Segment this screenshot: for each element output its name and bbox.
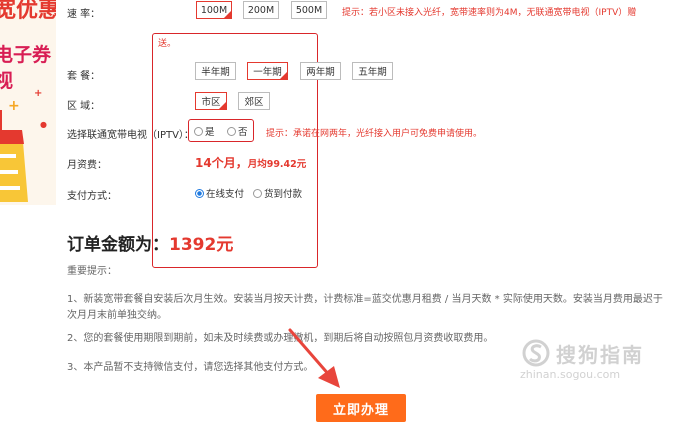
radio-checked-icon — [195, 188, 204, 198]
arrow-annotation-icon — [288, 328, 340, 388]
region-option-label: 郊区 — [244, 97, 264, 108]
payment-option-label: 货到付款 — [264, 189, 303, 200]
speed-label: 速 率： — [67, 9, 101, 20]
monthly-average: 月均99.42元 — [247, 159, 307, 170]
speed-option-label: 200M — [247, 4, 275, 16]
promo-banner[interactable]: 宽优惠 电子券 视 + + ● — [0, 0, 56, 205]
speed-option-200m[interactable]: 200M — [243, 1, 279, 19]
region-option-urban[interactable]: 市区 — [195, 92, 227, 110]
iptv-option-label: 否 — [238, 127, 248, 138]
speed-option-500m[interactable]: 500M — [291, 1, 327, 19]
region-label: 区 域： — [67, 101, 101, 112]
package-option-label: 五年期 — [358, 67, 387, 78]
sparkle-icon: ● — [40, 120, 47, 129]
order-amount: 订单金额为：1392元 — [67, 230, 233, 255]
promo-text-line3: 视 — [0, 70, 14, 92]
selected-corner-icon — [219, 102, 226, 109]
submit-button[interactable]: 立即办理 — [316, 394, 406, 422]
payment-option-online[interactable]: 在线支付 — [195, 186, 244, 200]
notes-title: 重要提示： — [67, 266, 117, 277]
speed-option-100m[interactable]: 100M — [196, 1, 232, 19]
selected-corner-icon — [280, 72, 287, 79]
iptv-label: 选择联通宽带电视（IPTV）： — [67, 130, 194, 141]
package-option-five-year[interactable]: 五年期 — [352, 62, 393, 80]
promo-text-line2: 电子券 — [0, 44, 52, 66]
package-option-two-year[interactable]: 两年期 — [300, 62, 341, 80]
monthly-duration: 14个月， — [195, 156, 248, 170]
package-label: 套 餐： — [67, 71, 101, 82]
region-option-label: 市区 — [201, 97, 221, 108]
speed-option-label: 500M — [295, 4, 323, 16]
speed-hint: 提示：若小区未接入光纤，宽带速率则为4M，无联通宽带电视（IPTV）赠 — [342, 8, 637, 18]
payment-label: 支付方式： — [67, 191, 117, 202]
radio-icon — [253, 188, 262, 198]
package-option-label: 一年期 — [253, 67, 282, 78]
package-option-label: 两年期 — [306, 67, 335, 78]
iptv-option-label: 是 — [205, 127, 215, 138]
watermark: 搜狗指南 zhinan.sogou.com — [520, 336, 684, 384]
selected-corner-icon — [224, 11, 231, 18]
watermark-brand: 搜狗指南 — [556, 343, 644, 367]
iptv-option-yes[interactable]: 是 — [194, 124, 215, 138]
order-amount-value: 1392元 — [169, 235, 234, 255]
monthly-fee: 14个月，月均99.42元 — [195, 152, 306, 171]
order-amount-label: 订单金额为： — [67, 235, 169, 255]
package-option-half-year[interactable]: 半年期 — [195, 62, 236, 80]
radio-icon — [227, 126, 236, 136]
router-illustration-icon — [0, 110, 28, 202]
package-option-label: 半年期 — [201, 67, 230, 78]
sparkle-icon: + — [34, 88, 43, 99]
iptv-hint: 提示：承诺在网两年，光纤接入用户可免费申请使用。 — [266, 129, 483, 139]
payment-option-label: 在线支付 — [206, 189, 245, 200]
promo-text-line1: 宽优惠 — [0, 0, 56, 23]
iptv-option-no[interactable]: 否 — [227, 124, 248, 138]
watermark-url: zhinan.sogou.com — [520, 368, 621, 381]
region-option-suburban[interactable]: 郊区 — [238, 92, 270, 110]
radio-icon — [194, 126, 203, 136]
sogou-logo-icon — [522, 339, 550, 367]
package-option-one-year[interactable]: 一年期 — [247, 62, 288, 80]
notes-item-1: 1、新装宽带套餐自安装后次月生效。安装当月按天计费，计费标准=蓝交优惠月租费 /… — [67, 294, 663, 321]
monthly-label: 月资费： — [67, 160, 107, 171]
payment-option-cod[interactable]: 货到付款 — [253, 186, 302, 200]
